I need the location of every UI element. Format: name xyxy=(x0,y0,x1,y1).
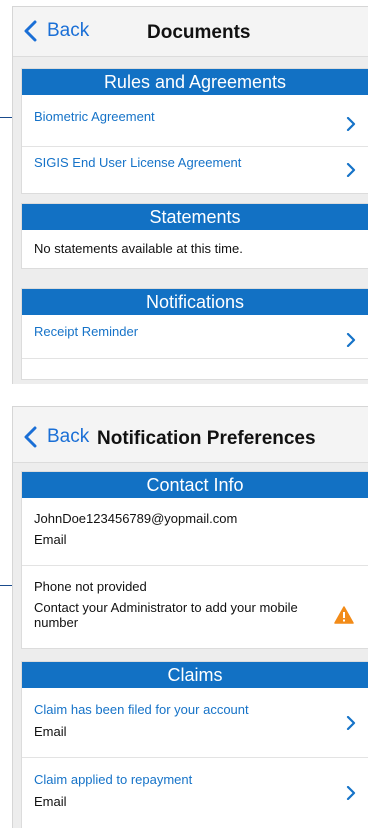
nav-bar: Back Documents xyxy=(13,7,368,57)
empty-row xyxy=(22,359,368,379)
document-row-receipt-reminder[interactable]: Receipt Reminder xyxy=(22,315,368,359)
documents-screen: Back Documents Rules and Agreements Biom… xyxy=(12,6,368,384)
row-label: SIGIS End User License Agreement xyxy=(34,155,242,170)
row-label: Receipt Reminder xyxy=(34,324,139,339)
connector-line xyxy=(0,585,12,586)
row-channel: Email xyxy=(34,794,67,809)
claim-row-repayment[interactable]: Claim applied to repayment Email xyxy=(22,758,368,828)
section-header: Notifications xyxy=(22,289,368,315)
document-row-sigis[interactable]: SIGIS End User License Agreement xyxy=(22,147,368,193)
claims-section: Claims Claim has been filed for your acc… xyxy=(21,661,368,828)
section-header: Statements xyxy=(22,204,368,230)
row-label: Claim has been filed for your account xyxy=(34,702,249,717)
email-value: JohnDoe123456789@yopmail.com xyxy=(34,511,238,526)
back-label: Back xyxy=(47,426,90,447)
contact-phone-row: Phone not provided Contact your Administ… xyxy=(22,566,368,648)
notification-preferences-screen: Back Notification Preferences Contact In… xyxy=(12,406,368,828)
statements-section: Statements No statements available at th… xyxy=(21,203,368,269)
contact-email-row: JohnDoe123456789@yopmail.com Email xyxy=(22,498,368,566)
empty-message: No statements available at this time. xyxy=(34,241,243,256)
claim-row-filed[interactable]: Claim has been filed for your account Em… xyxy=(22,688,368,758)
phone-note: Contact your Administrator to add your m… xyxy=(34,600,298,630)
statements-empty-row: No statements available at this time. xyxy=(22,230,368,268)
section-header: Contact Info xyxy=(22,472,368,498)
row-channel: Email xyxy=(34,724,67,739)
chevron-right-icon xyxy=(346,117,356,131)
chevron-right-icon xyxy=(346,333,356,347)
page-title: Notification Preferences xyxy=(97,428,316,449)
phone-value: Phone not provided xyxy=(34,579,147,594)
notifications-section: Notifications Receipt Reminder xyxy=(21,288,368,380)
chevron-left-icon xyxy=(24,20,37,42)
contact-info-section: Contact Info JohnDoe123456789@yopmail.co… xyxy=(21,471,368,649)
back-button[interactable]: Back xyxy=(21,20,89,42)
document-row-biometric[interactable]: Biometric Agreement xyxy=(22,95,368,147)
section-header: Claims xyxy=(22,662,368,688)
chevron-right-icon xyxy=(346,716,356,730)
chevron-right-icon xyxy=(346,163,356,177)
nav-bar: Back Notification Preferences xyxy=(13,407,368,463)
email-type: Email xyxy=(34,532,67,547)
warning-triangle-icon xyxy=(334,606,354,624)
row-label: Biometric Agreement xyxy=(34,109,155,124)
rules-section: Rules and Agreements Biometric Agreement… xyxy=(21,68,368,194)
section-header: Rules and Agreements xyxy=(22,69,368,95)
page-title: Documents xyxy=(147,22,251,43)
connector-line xyxy=(0,117,12,118)
row-label: Claim applied to repayment xyxy=(34,772,193,787)
chevron-left-icon xyxy=(24,426,37,448)
chevron-right-icon xyxy=(346,786,356,800)
back-label: Back xyxy=(47,20,90,41)
back-button[interactable]: Back xyxy=(21,426,89,448)
